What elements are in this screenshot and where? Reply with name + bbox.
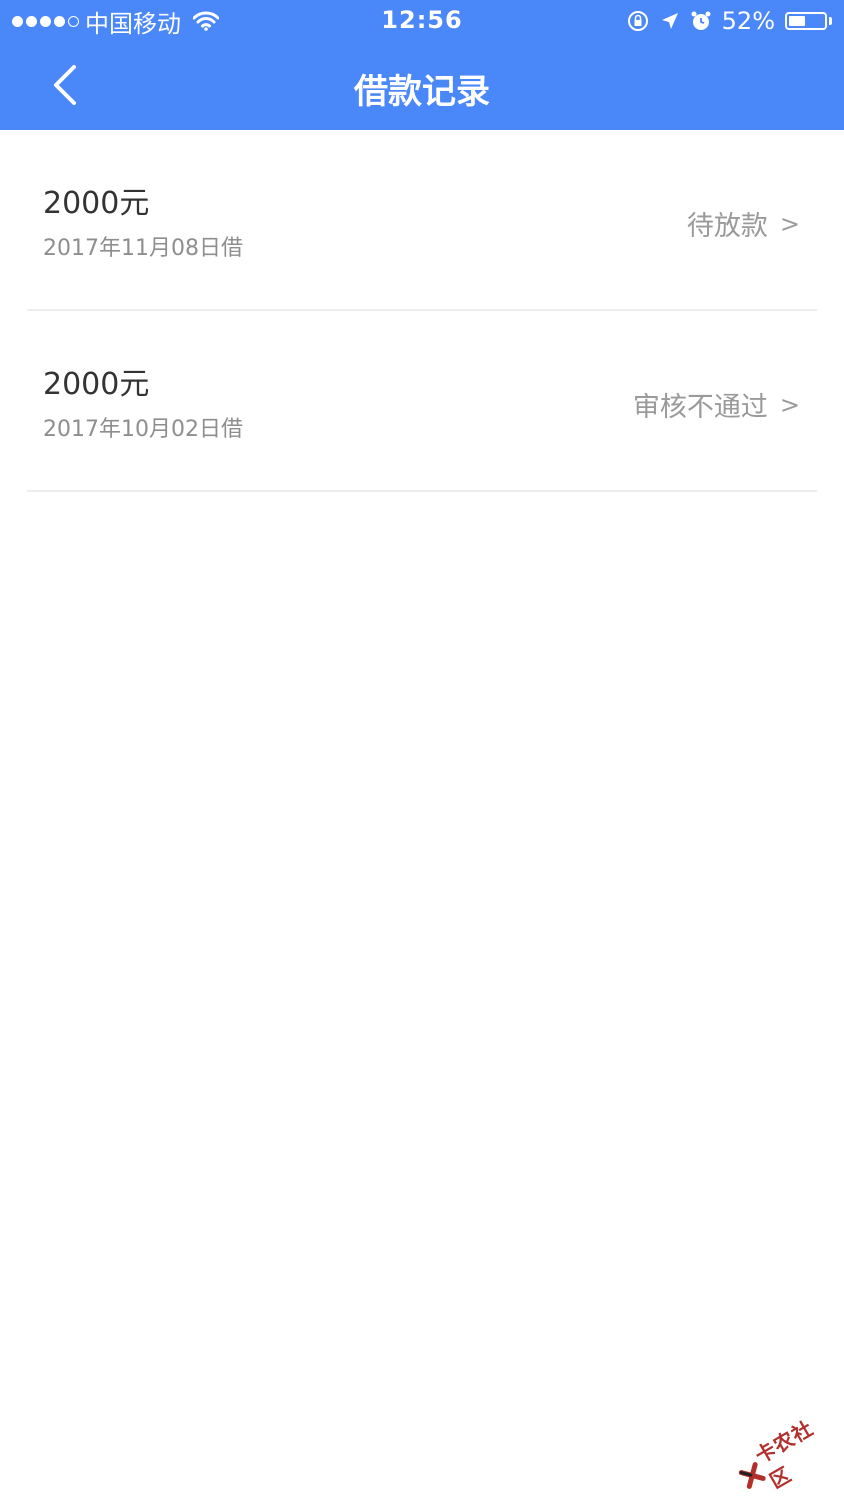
nav-bar: 借款记录 bbox=[0, 42, 844, 130]
watermark-logo: 卡农社区 bbox=[728, 1405, 844, 1507]
loan-amount: 2000元 bbox=[43, 178, 149, 222]
status-right: 52% bbox=[626, 6, 832, 36]
loan-record-row[interactable]: 2000元 2017年11月08日借 待放款 > bbox=[0, 130, 844, 311]
battery-cap bbox=[829, 17, 832, 25]
loan-amount: 2000元 bbox=[43, 359, 149, 403]
loan-record-list: 2000元 2017年11月08日借 待放款 > 2000元 2017年10月0… bbox=[0, 130, 844, 492]
page-title: 借款记录 bbox=[0, 64, 844, 113]
battery-fill bbox=[789, 16, 805, 26]
rotation-lock-icon bbox=[626, 9, 650, 33]
battery-icon bbox=[785, 12, 827, 30]
chevron-right-icon: > bbox=[780, 210, 800, 238]
status-bar: 中国移动 12:56 bbox=[0, 0, 844, 42]
loan-status: 审核不通过 > bbox=[633, 385, 800, 424]
battery-percent: 52% bbox=[722, 7, 775, 35]
location-arrow-icon bbox=[660, 11, 680, 31]
loan-record-row[interactable]: 2000元 2017年10月02日借 审核不通过 > bbox=[0, 311, 844, 492]
loan-date: 2017年11月08日借 bbox=[43, 230, 243, 262]
loan-status-label: 待放款 bbox=[687, 204, 768, 243]
loan-date: 2017年10月02日借 bbox=[43, 411, 243, 443]
chevron-right-icon: > bbox=[780, 391, 800, 419]
header: 中国移动 12:56 bbox=[0, 0, 844, 130]
loan-status: 待放款 > bbox=[687, 204, 800, 243]
alarm-icon bbox=[690, 10, 712, 32]
loan-status-label: 审核不通过 bbox=[633, 385, 768, 424]
